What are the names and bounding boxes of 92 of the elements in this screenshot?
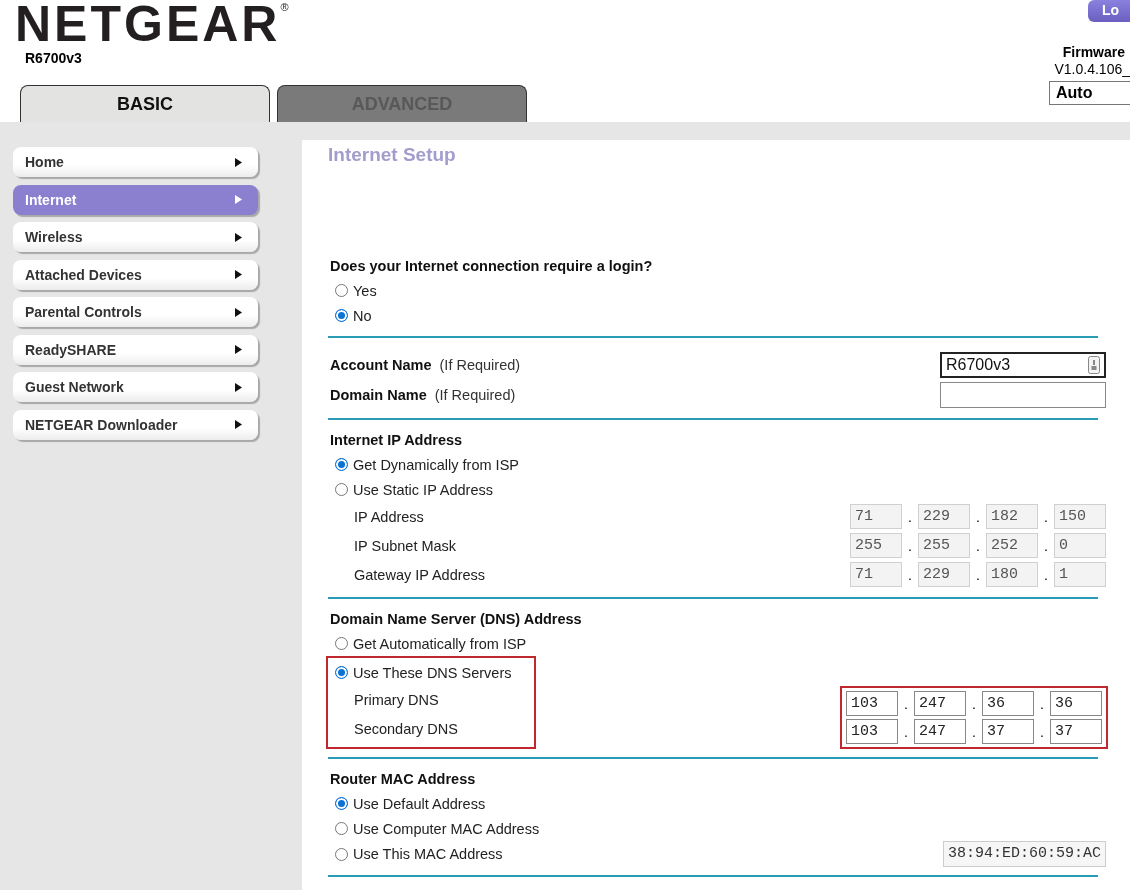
section-heading: Domain Name Server (DNS) Address	[329, 611, 583, 627]
ip-octet-field: 229	[918, 562, 970, 587]
brand-logo: NETGEAR$^{®}$	[15, 0, 289, 48]
ip-octet-field[interactable]: 36	[982, 691, 1034, 716]
radio-button[interactable]	[335, 309, 348, 322]
model-name: R6700v3	[25, 50, 83, 66]
ip-octet-field[interactable]: 103	[846, 719, 898, 744]
ip-separator: .	[1039, 723, 1045, 740]
radio-option[interactable]: Use Default Address	[328, 795, 486, 812]
ip-octet-field: 252	[986, 533, 1038, 558]
arrow-icon	[235, 307, 242, 317]
radio-button[interactable]	[335, 822, 348, 835]
arrow-icon	[235, 232, 242, 242]
arrow-icon	[235, 382, 242, 392]
radio-label: Yes	[353, 282, 377, 299]
radio-button[interactable]	[335, 666, 348, 679]
field-label: Domain Name	[329, 387, 427, 403]
ip-octet-field: 229	[918, 504, 970, 529]
field-hint: (If Required)	[439, 357, 521, 373]
ip-separator: .	[1039, 695, 1045, 712]
sidebar-item[interactable]: Attached Devices	[13, 259, 258, 290]
ip-separator: .	[971, 695, 977, 712]
ip-octet-field: 71	[850, 504, 902, 529]
ip-octet-field: 150	[1054, 504, 1106, 529]
field-label: IP Address	[353, 508, 424, 525]
ip-separator: .	[1043, 566, 1049, 583]
radio-button[interactable]	[335, 458, 348, 471]
text-field[interactable]	[940, 382, 1106, 408]
radio-label: Use Static IP Address	[353, 481, 493, 498]
firmware-version: V1.0.4.106_	[1054, 61, 1130, 77]
ip-separator: .	[907, 508, 913, 525]
mac-address-field[interactable]: 38:94:ED:60:59:AC	[942, 841, 1106, 867]
arrow-icon	[235, 345, 242, 354]
ip-octet-field: 1	[1054, 562, 1106, 587]
ip-octet-field[interactable]: 37	[982, 719, 1034, 744]
arrow-icon	[235, 420, 242, 429]
arrow-icon	[235, 195, 242, 204]
arrow-icon	[235, 270, 242, 279]
radio-label: Use Default Address	[353, 795, 486, 812]
ip-octet-field[interactable]: 247	[914, 719, 966, 744]
logout-button[interactable]: Lo	[1088, 0, 1130, 22]
ip-octet-field: 0	[1054, 533, 1106, 558]
ip-octet-field[interactable]: 247	[914, 691, 966, 716]
section-heading: Router MAC Address	[329, 771, 477, 787]
field-label: Account Name	[329, 357, 432, 373]
ip-separator: .	[907, 566, 913, 583]
ip-separator: .	[1043, 508, 1049, 525]
radio-button[interactable]	[335, 847, 348, 861]
ip-separator: .	[975, 508, 981, 525]
sidebar-item[interactable]: Guest Network	[13, 372, 258, 402]
text-field[interactable]: R6700v3	[940, 352, 1106, 378]
field-label: Secondary DNS	[353, 720, 458, 737]
ip-separator: .	[971, 723, 977, 740]
section-heading: Internet IP Address	[329, 432, 464, 448]
ip-octet-field: 182	[986, 504, 1038, 529]
radio-button[interactable]	[335, 637, 348, 650]
ip-octet-field: 180	[986, 562, 1038, 587]
ip-octet-field[interactable]: 37	[1050, 719, 1102, 744]
ip-octet-field: 255	[850, 533, 902, 558]
sidebar-item[interactable]: Parental Controls	[13, 297, 258, 327]
ip-separator: .	[975, 537, 981, 554]
ip-octet-field: 71	[850, 562, 902, 587]
field-label: Gateway IP Address	[353, 566, 486, 583]
sidebar-item[interactable]: Wireless	[13, 222, 258, 252]
radio-button[interactable]	[335, 483, 348, 496]
radio-button[interactable]	[335, 797, 348, 810]
radio-option[interactable]: Yes	[328, 282, 377, 299]
page-title: Internet Setup	[328, 144, 457, 166]
arrow-icon	[235, 157, 242, 167]
tab[interactable]: BASIC	[20, 85, 270, 122]
field-label: IP Subnet Mask	[353, 537, 457, 554]
firmware-label: Firmware	[1062, 44, 1126, 60]
sidebar-item[interactable]: NETGEAR Downloader	[13, 409, 258, 440]
ip-separator: .	[903, 695, 909, 712]
ip-separator: .	[907, 537, 913, 554]
sidebar-item[interactable]: ReadySHARE	[13, 334, 258, 365]
field-hint: (If Required)	[434, 387, 516, 403]
ip-octet-field[interactable]: 103	[846, 691, 898, 716]
radio-option[interactable]: No	[328, 307, 372, 324]
field-label: Primary DNS	[353, 691, 439, 708]
sidebar-item[interactable]: Home	[13, 147, 258, 177]
ip-separator: .	[975, 566, 981, 583]
radio-label: No	[353, 307, 372, 324]
language-select[interactable]: Auto	[1049, 81, 1130, 105]
ip-separator: .	[1043, 537, 1049, 554]
password-manager-icon[interactable]	[1088, 356, 1100, 374]
ip-octet-field[interactable]: 36	[1050, 691, 1102, 716]
radio-button[interactable]	[335, 284, 348, 297]
ip-octet-field: 255	[918, 533, 970, 558]
ip-separator: .	[903, 723, 909, 740]
radio-option[interactable]: Use Static IP Address	[328, 481, 493, 498]
section-heading: Does your Internet connection require a login?	[329, 258, 654, 274]
